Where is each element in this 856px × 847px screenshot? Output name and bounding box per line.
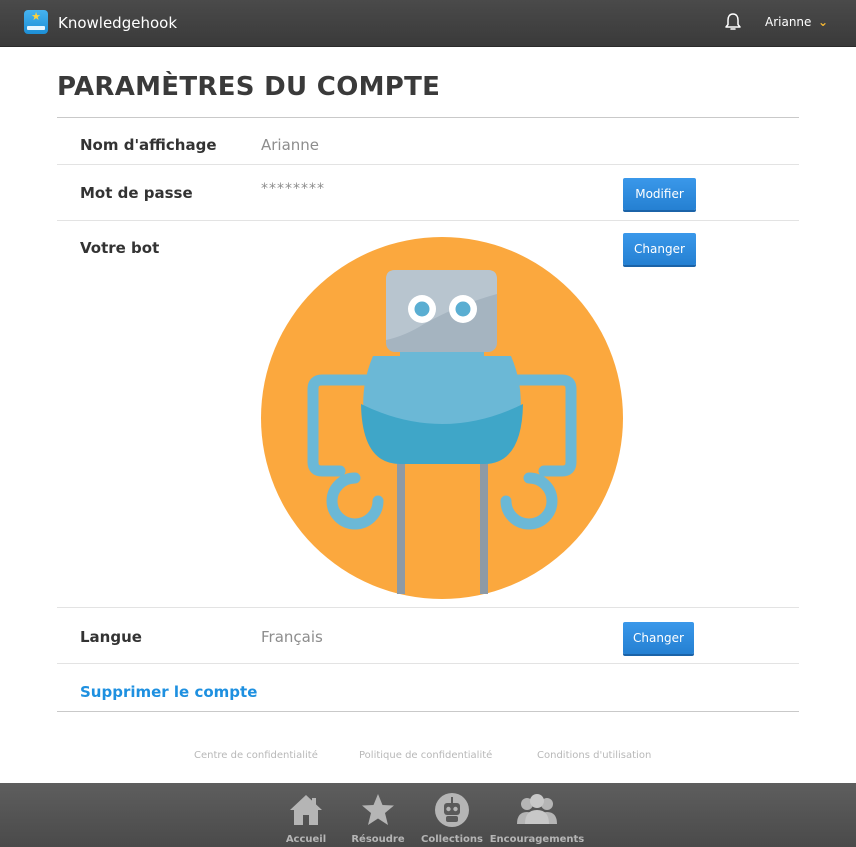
nav-label-home: Accueil <box>285 834 327 845</box>
password-label: Mot de passe <box>80 184 193 202</box>
nav-item-home[interactable]: Accueil <box>280 783 332 847</box>
chevron-down-icon[interactable]: ⌄ <box>818 15 828 29</box>
display-name-label: Nom d'affichage <box>80 136 217 154</box>
divider <box>57 117 799 118</box>
display-name-value: Arianne <box>261 136 320 154</box>
user-menu-name[interactable]: Arianne <box>765 15 811 29</box>
knowledgehook-logo-icon[interactable]: ★ <box>24 10 48 34</box>
nav-label-encouragements: Encouragements <box>489 834 585 845</box>
terms-of-use-link[interactable]: Conditions d'utilisation <box>537 750 651 761</box>
language-label: Langue <box>80 628 142 646</box>
people-icon <box>517 794 557 824</box>
nav-label-solve: Résoudre <box>351 834 405 845</box>
robot-icon <box>435 793 469 827</box>
nav-item-solve[interactable]: Résoudre <box>349 783 407 847</box>
top-bar: ★ Knowledgehook Arianne ⌄ <box>0 0 856 47</box>
change-language-button[interactable]: Changer <box>623 622 694 654</box>
bottom-nav: Accueil Résoudre Collections Encourageme… <box>0 783 856 847</box>
modify-password-button[interactable]: Modifier <box>623 178 696 210</box>
privacy-center-link[interactable]: Centre de confidentialité <box>194 750 318 761</box>
logo-star-icon: ★ <box>31 10 41 23</box>
bot-avatar-icon <box>261 237 623 599</box>
bell-icon[interactable] <box>724 12 742 32</box>
star-icon <box>362 794 394 825</box>
nav-item-encouragements[interactable]: Encouragements <box>487 783 587 847</box>
divider <box>57 711 799 712</box>
home-icon <box>290 795 322 825</box>
logo-book-icon <box>27 26 45 30</box>
change-bot-button[interactable]: Changer <box>623 233 696 265</box>
nav-item-collections[interactable]: Collections <box>419 783 485 847</box>
privacy-policy-link[interactable]: Politique de confidentialité <box>359 750 492 761</box>
divider <box>57 663 799 664</box>
password-value: ******** <box>261 181 325 197</box>
bot-label: Votre bot <box>80 239 160 257</box>
page-title: PARAMÈTRES DU COMPTE <box>57 72 441 102</box>
brand-name[interactable]: Knowledgehook <box>58 14 177 32</box>
delete-account-link[interactable]: Supprimer le compte <box>80 683 257 701</box>
language-value: Français <box>261 628 323 646</box>
nav-label-collections: Collections <box>421 834 483 845</box>
divider <box>57 164 799 165</box>
divider <box>57 607 799 608</box>
divider <box>57 220 799 221</box>
